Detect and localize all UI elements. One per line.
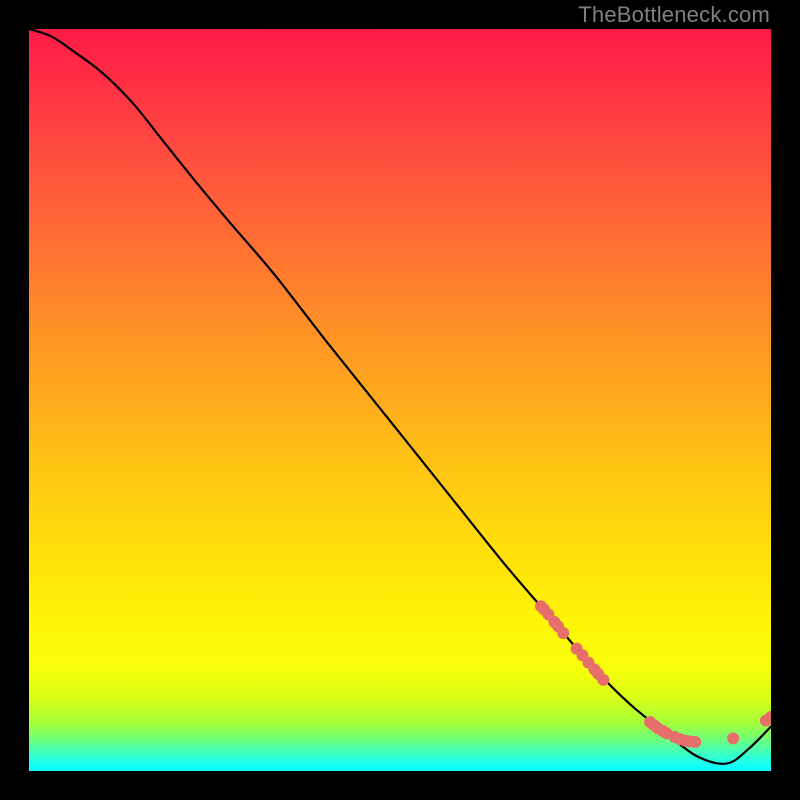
bottleneck-curve [29,29,771,764]
data-markers [535,600,771,748]
chart-stage: TheBottleneck.com [0,0,800,800]
data-marker [727,732,739,744]
data-marker [597,674,609,686]
data-marker [689,736,701,748]
plot-area [29,29,771,771]
plot-overlay [29,29,771,771]
data-marker [557,627,569,639]
watermark-text: TheBottleneck.com [578,2,770,28]
